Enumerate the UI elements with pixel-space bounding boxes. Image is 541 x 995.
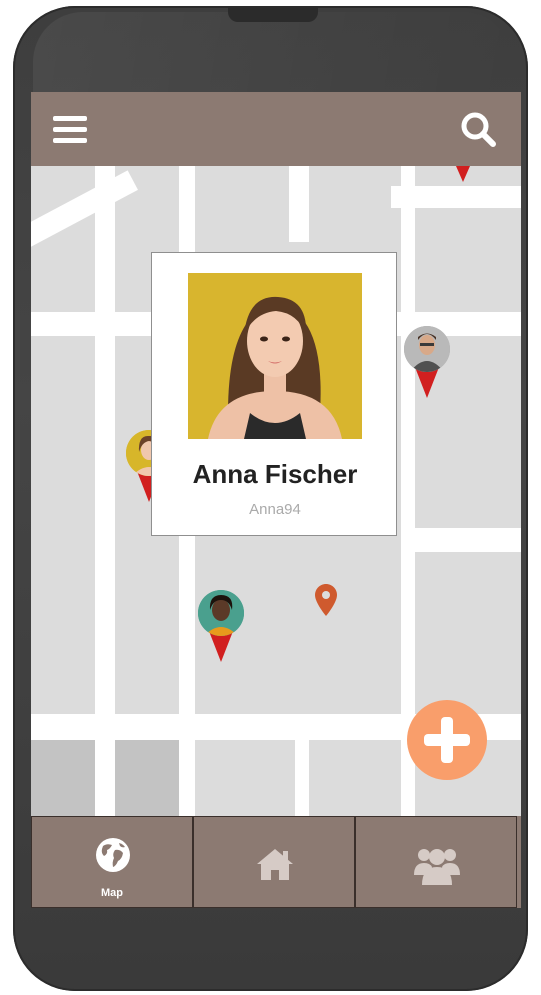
avatar <box>404 326 450 372</box>
location-pin-icon[interactable] <box>315 584 337 616</box>
avatar <box>198 590 244 636</box>
user-pin-woman-2[interactable] <box>198 590 244 662</box>
hamburger-icon[interactable] <box>53 116 87 144</box>
map-road <box>401 528 521 552</box>
map-road <box>31 170 138 256</box>
tab-home[interactable] <box>193 816 355 908</box>
phone-speaker <box>228 6 318 22</box>
app-screen: Anna Fischer Anna94 Map <box>31 92 521 908</box>
user-profile-card[interactable]: Anna Fischer Anna94 <box>151 252 397 536</box>
globe-icon <box>95 837 131 873</box>
profile-photo <box>188 273 362 439</box>
phone-shine <box>33 12 513 102</box>
search-icon[interactable] <box>459 110 499 150</box>
pin-icon[interactable] <box>456 166 470 182</box>
profile-name: Anna Fischer <box>192 459 358 489</box>
users-icon <box>414 845 460 885</box>
profile-username: Anna94 <box>249 501 301 518</box>
map-road <box>295 740 309 816</box>
map-road <box>289 166 309 242</box>
home-icon <box>255 847 295 881</box>
top-app-bar <box>31 92 521 166</box>
tab-users[interactable] <box>355 816 517 908</box>
bottom-navigation: Map <box>31 816 521 908</box>
map-road <box>95 166 115 816</box>
add-button[interactable] <box>407 700 487 780</box>
tab-map[interactable]: Map <box>31 816 193 908</box>
tab-label-map: Map <box>101 887 123 899</box>
user-pin-man[interactable] <box>404 326 450 398</box>
